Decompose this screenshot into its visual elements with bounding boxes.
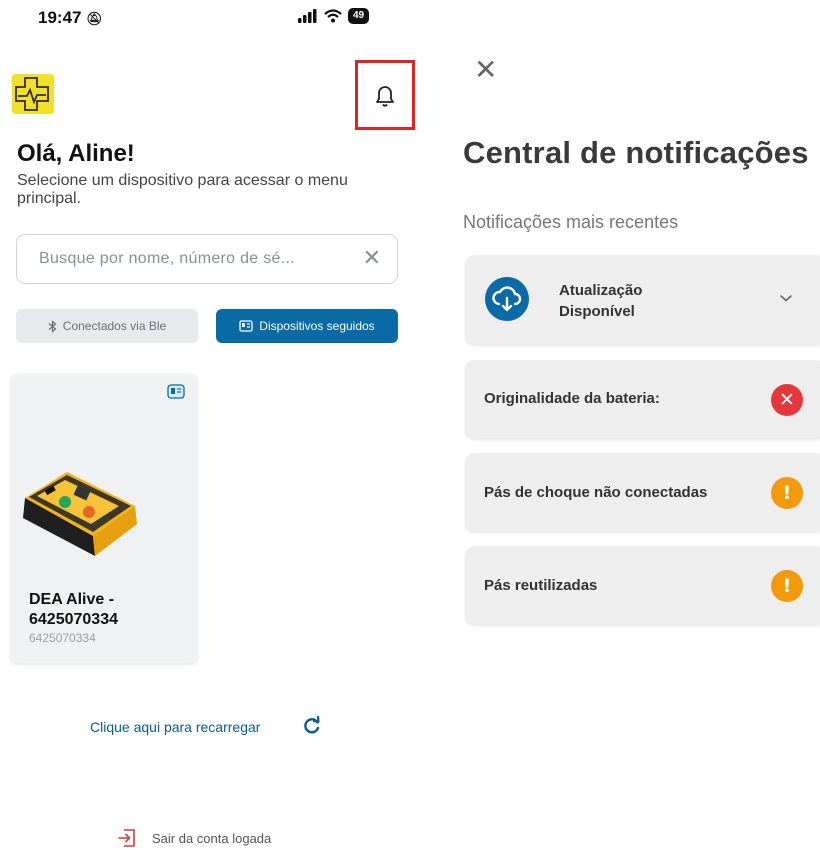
reload-link[interactable]: Clique aqui para recarregar <box>90 719 260 735</box>
notification-label: Pás de choque não conectadas <box>484 484 708 501</box>
battery-level: 49 <box>348 8 370 24</box>
logout-icon[interactable] <box>118 828 136 848</box>
search-placeholder: Busque por nome, número de sé... <box>39 250 295 267</box>
app-logo <box>12 74 54 114</box>
notification-pads-disconnected[interactable]: Pás de choque não conectadas ! <box>465 453 820 531</box>
notification-pads-reused[interactable]: Pás reutilizadas ! <box>465 546 820 624</box>
bluetooth-icon <box>48 319 57 333</box>
do-not-disturb-icon: 🔕︎ <box>86 11 103 26</box>
cloud-download-icon <box>485 277 529 321</box>
notification-label: Originalidade da bateria: <box>484 390 660 407</box>
filter-followed-label: Dispositivos seguidos <box>259 319 375 333</box>
device-serial: 6425070334 <box>29 631 96 645</box>
notifications-subtitle: Notificações mais recentes <box>463 212 679 232</box>
device-image <box>23 472 137 556</box>
status-time: 19:47 🔕︎ <box>38 8 103 27</box>
bookmark-device-icon <box>239 320 253 332</box>
device-title: DEA Alive - 6425070334 <box>29 591 118 628</box>
refresh-icon[interactable] <box>302 716 322 736</box>
followed-badge-icon <box>167 383 187 401</box>
logout-link[interactable]: Sair da conta logada <box>152 831 271 846</box>
notifications-button[interactable] <box>355 60 415 130</box>
chevron-down-icon[interactable] <box>779 293 793 303</box>
error-icon: ✕ <box>771 384 803 416</box>
warning-icon: ! <box>771 570 803 602</box>
greeting: Olá, Aline! <box>17 140 135 167</box>
search-input[interactable]: Busque por nome, número de sé... ✕ <box>16 234 398 284</box>
clear-icon[interactable]: ✕ <box>363 247 381 269</box>
notification-label: Pás reutilizadas <box>484 577 598 594</box>
close-icon[interactable]: ✕ <box>474 56 497 84</box>
warning-icon: ! <box>771 477 803 509</box>
bell-icon <box>376 86 394 107</box>
device-card[interactable]: DEA Alive - 6425070334 6425070334 <box>11 374 197 663</box>
greeting-subtitle: Selecione um dispositivo para acessar o … <box>17 172 348 207</box>
filter-followed-button[interactable]: Dispositivos seguidos <box>216 309 398 343</box>
filter-ble-button[interactable]: Conectados via Ble <box>16 309 198 343</box>
wifi-icon <box>324 9 342 23</box>
notifications-title: Central de notificações <box>463 135 809 170</box>
notification-battery-originality[interactable]: Originalidade da bateria: ✕ <box>465 360 820 438</box>
notification-label: Atualização Disponível <box>559 282 643 320</box>
signal-icon <box>298 9 317 23</box>
filter-ble-label: Conectados via Ble <box>62 319 167 333</box>
notification-update[interactable]: Atualização Disponível <box>465 255 820 344</box>
status-icons: 49 <box>298 8 370 24</box>
